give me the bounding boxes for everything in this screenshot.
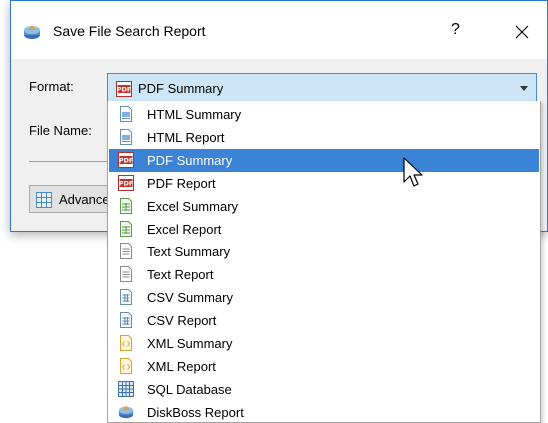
pdf-icon: PDF [116, 81, 132, 100]
dropdown-option-label: XML Summary [147, 336, 233, 351]
dropdown-option-label: DiskBoss Report [147, 404, 244, 420]
dropdown-option-label: HTML Report [147, 129, 225, 145]
dropdown-option-label: SQL Database [147, 381, 232, 397]
format-dropdown-list[interactable]: HTML Summary HTML Report PDF PDF Summary PDF… [107, 101, 541, 423]
dropdown-option-label: Text Report [147, 267, 214, 283]
dropdown-option[interactable]: CSV Report [109, 309, 539, 332]
separator [29, 161, 109, 162]
dropdown-option[interactable]: Text Report [109, 263, 539, 286]
html-icon [118, 106, 134, 125]
dropdown-option[interactable]: PDF PDF Summary [109, 148, 539, 172]
dropdown-option-label: CSV Report [147, 313, 217, 329]
dropdown-option-label: CSV Summary [147, 290, 233, 306]
dropdown-option[interactable]: XML Summary [109, 332, 539, 355]
format-selected-value: PDF Summary [138, 81, 224, 96]
dropdown-option[interactable]: HTML Report [109, 126, 539, 149]
dropdown-option-label: PDF Summary [147, 152, 233, 168]
dropdown-option[interactable]: CSV Summary [109, 286, 539, 309]
xml-icon [118, 335, 134, 354]
diskboss-icon [23, 24, 41, 40]
svg-text:PDF: PDF [119, 179, 134, 187]
filename-label: File Name: [29, 123, 92, 138]
dropdown-option[interactable]: XML Report [109, 355, 539, 378]
help-button[interactable]: ? [451, 21, 460, 39]
text-icon [118, 243, 134, 262]
title-bar[interactable]: Save File Search Report ? [11, 1, 547, 59]
excel-icon [118, 197, 134, 217]
pdf-icon: PDF [118, 174, 134, 194]
mouse-cursor-icon [403, 157, 427, 196]
svg-text:PDF: PDF [117, 86, 132, 94]
dropdown-option[interactable]: PDF PDF Report [109, 172, 539, 195]
table-icon [36, 192, 52, 211]
text-icon [118, 266, 134, 285]
dropdown-option-label: Excel Summary [147, 198, 239, 214]
dropdown-option[interactable]: SQL Database [109, 378, 539, 401]
chevron-down-icon [520, 86, 528, 91]
dropdown-option-label: XML Report [147, 358, 216, 374]
dropdown-option-label: HTML Summary [147, 107, 242, 122]
dropdown-option-label: PDF Report [147, 175, 216, 191]
close-icon [515, 25, 529, 39]
pdf-icon: PDF [118, 151, 134, 171]
format-select[interactable]: PDF PDF Summary [107, 73, 537, 103]
dropdown-option[interactable]: Text Summary [109, 240, 539, 263]
dropdown-option-label: Text Summary [147, 244, 231, 260]
csv-icon [118, 312, 134, 331]
html-icon [118, 128, 134, 148]
csv-icon [118, 289, 134, 308]
database-icon [118, 380, 134, 400]
dialog-title: Save File Search Report [53, 23, 206, 39]
dropdown-option[interactable]: HTML Summary [109, 103, 539, 126]
excel-icon [118, 220, 134, 240]
dropdown-option[interactable]: Excel Summary [109, 195, 539, 218]
svg-text:PDF: PDF [119, 156, 134, 164]
dropdown-option-label: Excel Report [147, 221, 222, 237]
format-label: Format: [29, 79, 74, 94]
diskboss-icon [118, 404, 134, 422]
dropdown-option[interactable]: Excel Report [109, 218, 539, 241]
dropdown-option[interactable]: DiskBoss Report [109, 401, 539, 422]
close-button[interactable] [503, 17, 543, 47]
xml-icon [118, 357, 134, 377]
